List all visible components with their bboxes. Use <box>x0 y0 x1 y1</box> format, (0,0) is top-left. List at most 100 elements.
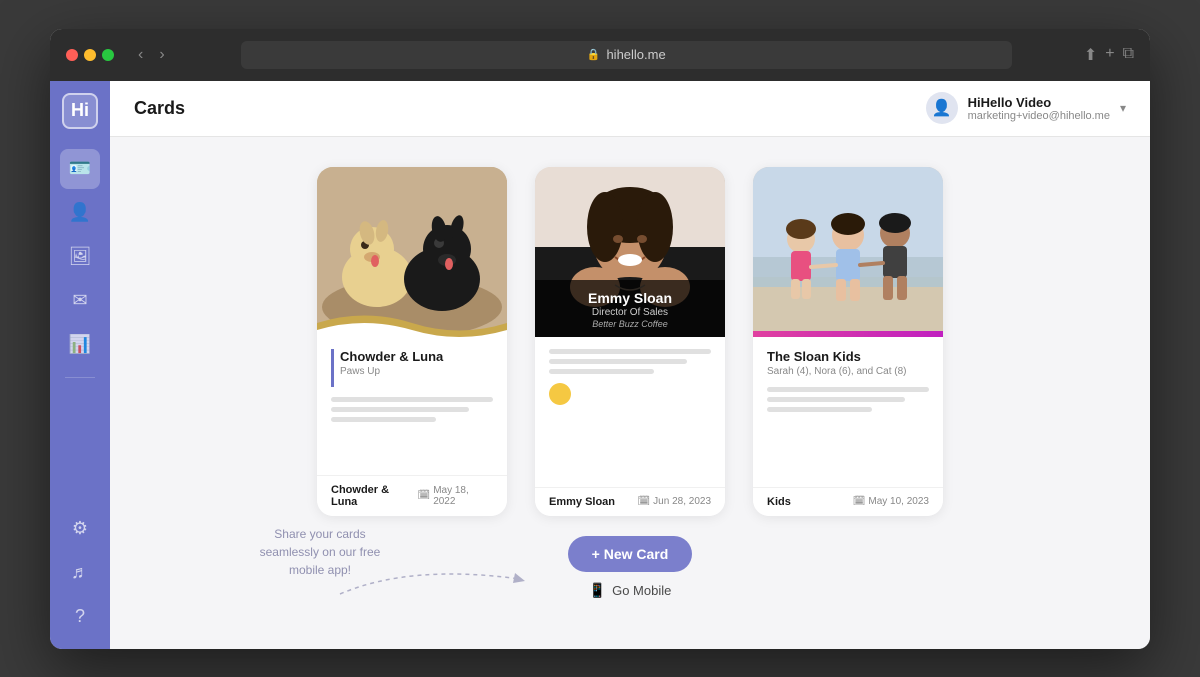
logo-text: Hi <box>71 100 89 121</box>
sidebar-item-mail[interactable]: ✉ <box>60 281 100 321</box>
card-footer-name: Chowder & Luna <box>331 484 417 508</box>
card-line-3 <box>331 417 436 422</box>
calendar-icon-kids: 🗓 <box>853 496 866 507</box>
close-button[interactable] <box>66 49 78 61</box>
contacts-icon: 👤 <box>69 202 91 223</box>
sidebar-item-cards[interactable]: 🪪 <box>60 149 100 189</box>
card-name: Chowder & Luna <box>340 349 493 364</box>
card-footer-date-emmy: 🗓 Jun 28, 2023 <box>637 496 711 507</box>
sidebar-item-settings[interactable]: ⚙ <box>60 509 100 549</box>
url-text: hihello.me <box>606 47 665 62</box>
card-wave <box>317 308 507 337</box>
share-icon[interactable]: ⬆ <box>1084 45 1097 65</box>
phone-icon: 📱 <box>589 582 606 599</box>
back-button[interactable]: ‹ <box>134 44 147 66</box>
card-line-6 <box>549 369 654 374</box>
card-subtitle-kids: Sarah (4), Nora (6), and Cat (8) <box>767 366 929 377</box>
card-image-kids <box>753 167 943 337</box>
gallery-icon: 🖼 <box>69 246 92 267</box>
card-body-chowder: Chowder & Luna Paws Up <box>317 337 507 475</box>
chevron-down-icon: ▾ <box>1120 101 1126 115</box>
maximize-button[interactable] <box>102 49 114 61</box>
card-line-9 <box>767 407 872 412</box>
card-line-2 <box>331 407 469 412</box>
card-overlay: Emmy Sloan Director Of Sales Better Buzz… <box>535 280 725 337</box>
card-line-8 <box>767 397 905 402</box>
card-line-1 <box>331 397 493 402</box>
card-line-5 <box>549 359 687 364</box>
lock-icon: 🔒 <box>587 48 601 61</box>
card-footer-kids: Kids 🗓 May 10, 2023 <box>753 487 943 516</box>
card-footer-chowder: Chowder & Luna 🗓 May 18, 2022 <box>317 475 507 516</box>
card-footer-name-emmy: Emmy Sloan <box>549 496 615 508</box>
bottom-actions: Share your cards seamlessly on our free … <box>150 516 1110 619</box>
cards-grid: Chowder & Luna Paws Up Chowder & Luna 🗓 <box>150 167 1110 516</box>
cards-icon: 🪪 <box>69 158 91 179</box>
sidebar-divider <box>65 377 95 378</box>
sidebar: Hi 🪪 👤 🖼 ✉ 📊 <box>50 81 110 649</box>
card-footer-name-kids: Kids <box>767 496 791 508</box>
address-bar[interactable]: 🔒 hihello.me <box>241 41 1012 69</box>
card-avatar-row <box>549 383 711 405</box>
browser-actions: ⬆ + ⧉ <box>1084 45 1134 65</box>
spotify-icon: ♬ <box>71 562 89 583</box>
sidebar-item-help[interactable]: ? <box>60 597 100 637</box>
new-card-button[interactable]: + New Card <box>568 536 693 572</box>
help-icon: ? <box>75 606 85 627</box>
card-name-kids: The Sloan Kids <box>767 349 929 364</box>
header: Cards 👤 HiHello Video marketing+video@hi… <box>110 81 1150 137</box>
overlay-title: Director Of Sales <box>547 307 713 318</box>
card-mini-avatar <box>549 383 571 405</box>
sidebar-item-contacts[interactable]: 👤 <box>60 193 100 233</box>
main-content: Cards 👤 HiHello Video marketing+video@hi… <box>110 81 1150 649</box>
browser-controls: ‹ › <box>134 44 169 66</box>
user-menu[interactable]: 👤 HiHello Video marketing+video@hihello.… <box>926 92 1126 124</box>
card-name-accent: Chowder & Luna Paws Up <box>331 349 493 387</box>
user-name: HiHello Video <box>968 95 1110 110</box>
card-accent-bar <box>753 331 943 337</box>
forward-button[interactable]: › <box>155 44 168 66</box>
page-title: Cards <box>134 98 185 119</box>
card-footer-emmy: Emmy Sloan 🗓 Jun 28, 2023 <box>535 487 725 516</box>
sidebar-item-gallery[interactable]: 🖼 <box>60 237 100 277</box>
settings-icon: ⚙ <box>72 518 88 539</box>
minimize-button[interactable] <box>84 49 96 61</box>
go-mobile-label: Go Mobile <box>612 583 671 598</box>
card-subtitle: Paws Up <box>340 366 493 377</box>
user-info: HiHello Video marketing+video@hihello.me <box>968 95 1110 122</box>
card-sloan-kids[interactable]: The Sloan Kids Sarah (4), Nora (6), and … <box>753 167 943 516</box>
overlay-company: Better Buzz Coffee <box>547 319 713 329</box>
new-tab-icon[interactable]: + <box>1105 45 1114 65</box>
mail-icon: ✉ <box>72 290 87 311</box>
avatar-icon: 👤 <box>932 98 952 118</box>
card-line-4 <box>549 349 711 354</box>
card-footer-date-kids: 🗓 May 10, 2023 <box>853 496 929 507</box>
card-chowder-luna[interactable]: Chowder & Luna Paws Up Chowder & Luna 🗓 <box>317 167 507 516</box>
card-emmy-sloan[interactable]: Emmy Sloan Director Of Sales Better Buzz… <box>535 167 725 516</box>
card-line-7 <box>767 387 929 392</box>
card-image-kids-container <box>753 167 943 337</box>
avatar: 👤 <box>926 92 958 124</box>
tabs-icon[interactable]: ⧉ <box>1123 45 1134 65</box>
dotted-path-svg <box>330 559 530 599</box>
traffic-lights <box>66 49 114 61</box>
card-footer-date: 🗓 May 18, 2022 <box>417 485 493 507</box>
calendar-icon: 🗓 <box>417 490 430 501</box>
browser-window: ‹ › 🔒 hihello.me ⬆ + ⧉ Hi 🪪 👤 <box>50 29 1150 649</box>
card-body-emmy <box>535 337 725 487</box>
sidebar-logo[interactable]: Hi <box>62 93 98 129</box>
sidebar-item-analytics[interactable]: 📊 <box>60 325 100 365</box>
sidebar-nav: 🪪 👤 🖼 ✉ 📊 <box>60 149 100 509</box>
go-mobile-button[interactable]: 📱 Go Mobile <box>589 582 672 599</box>
card-image-chowder <box>317 167 507 337</box>
card-image-emmy-container: Emmy Sloan Director Of Sales Better Buzz… <box>535 167 725 337</box>
sidebar-bottom: ⚙ ♬ ? <box>60 509 100 637</box>
sidebar-item-spotify[interactable]: ♬ <box>60 553 100 593</box>
cards-area: Chowder & Luna Paws Up Chowder & Luna 🗓 <box>110 137 1150 649</box>
analytics-icon: 📊 <box>69 334 91 355</box>
browser-chrome: ‹ › 🔒 hihello.me ⬆ + ⧉ <box>50 29 1150 81</box>
user-email: marketing+video@hihello.me <box>968 110 1110 122</box>
card-body-kids: The Sloan Kids Sarah (4), Nora (6), and … <box>753 337 943 487</box>
app-container: Hi 🪪 👤 🖼 ✉ 📊 <box>50 81 1150 649</box>
overlay-name: Emmy Sloan <box>547 290 713 306</box>
